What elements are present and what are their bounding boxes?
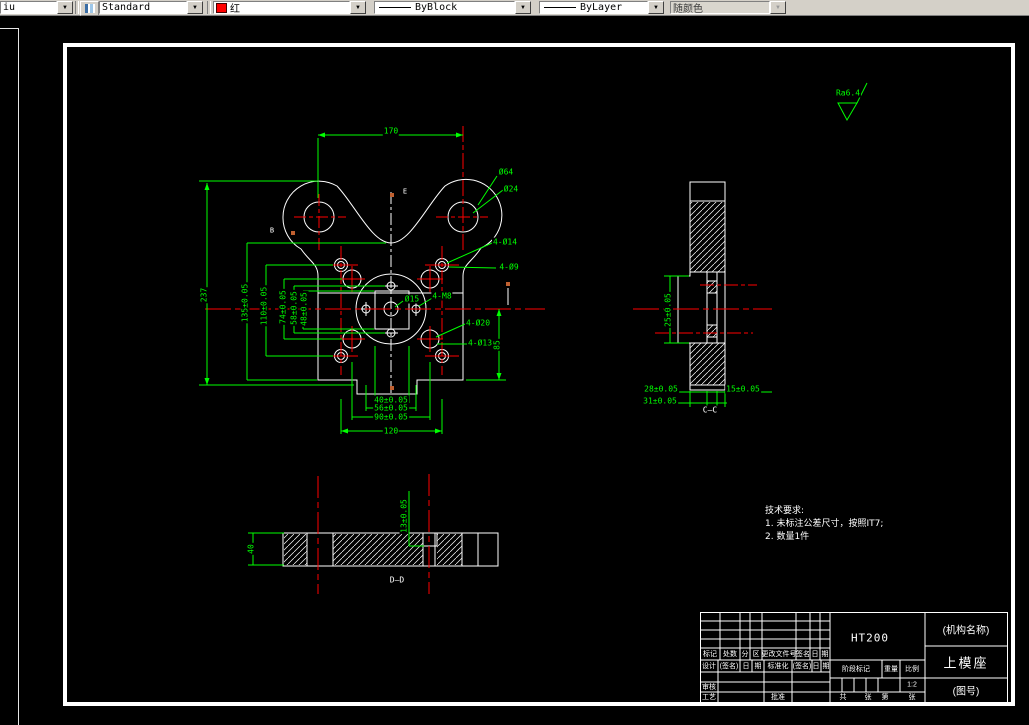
part-name: 上模座 (943, 655, 989, 671)
dim-58: 58±0.05 (289, 290, 299, 326)
dim-48: 48±0.05 (299, 291, 309, 327)
leader-4d13: 4-Ø13 (466, 338, 494, 348)
tb-label-review: 审核 (702, 684, 716, 691)
dim-d64: Ø64 (497, 167, 515, 177)
tb-label-standardization: 标准化 (767, 663, 789, 670)
tb-sheet-di: 第 (881, 694, 889, 701)
tb-sheet-zhang2: 张 (908, 694, 916, 701)
datum-mark-b: B (268, 226, 276, 236)
dim-56-bottom: 56±0.05 (373, 403, 409, 413)
dim-135: 135±0.05 (240, 282, 250, 324)
title-block: HT200 (机构名称) 上模座 (图号) 标记 处数 分 区 更改文件号 签名… (700, 612, 1008, 703)
leader-4m8: 4-M8 (431, 291, 453, 301)
dim-height-237: 237 (199, 286, 209, 304)
cc-dim-31: 31±0.05 (642, 396, 678, 406)
tb-sheet-gong: 共 (839, 694, 847, 701)
tb-scale-value: 1:2 (907, 681, 917, 689)
dim-110: 110±0.05 (259, 285, 269, 327)
tb-label-day3: 日 (812, 663, 820, 670)
dd-dim-40: 40 (246, 543, 256, 555)
cc-dim-28: 28±0.05 (643, 384, 679, 394)
tech-req-item-1: 1. 未标注公差尺寸，按照IT7; (765, 519, 884, 529)
dim-74: 74±0.05 (278, 289, 288, 325)
tb-label-sign2: (签名) (719, 663, 739, 670)
tb-sheet-zhang1: 张 (864, 694, 872, 701)
leader-4d14: 4-Ø14 (491, 237, 519, 247)
dim-d24: Ø24 (502, 184, 520, 194)
material-spec: HT200 (850, 631, 890, 645)
section-mark-e: E (401, 187, 409, 197)
tb-label-sign3: (签名) (792, 663, 812, 670)
tb-label-qu: 区 (752, 651, 760, 658)
tb-label-design: 设计 (702, 663, 716, 670)
technical-requirements: 技术要求: 1. 未标注公差尺寸，按照IT7; 2. 数量1件 (765, 505, 883, 544)
leader-d15: Ø15 (403, 294, 421, 304)
tb-label-change-doc: 更改文件号 (761, 651, 797, 658)
tb-label-stage: 阶段标记 (842, 666, 870, 673)
tb-label-scale: 比例 (905, 666, 919, 673)
tb-label-mark: 标记 (703, 651, 717, 658)
tb-label-fen: 分 (741, 651, 749, 658)
dd-dim-13: 13±0.05 (399, 498, 409, 534)
tb-label-signature: 签名 (796, 651, 810, 658)
dim-90-bottom: 90±0.05 (373, 412, 409, 422)
tb-label-date2: 期 (754, 663, 762, 670)
tb-label-weight: 重量 (884, 666, 898, 673)
tb-label-date3: 期 (822, 663, 830, 670)
cc-dim-25: 25±0.05 (663, 292, 673, 328)
roughness-value: Ra6.4 (834, 88, 862, 98)
tb-label-process: 工艺 (702, 694, 716, 701)
leader-4d20: 4-Ø20 (464, 318, 492, 328)
cc-dim-15: 15±0.05 (725, 384, 761, 394)
leader-4d9: 4-Ø9 (498, 262, 520, 272)
dim-width-170: 170 (382, 126, 400, 136)
dim-120-bottom: 120 (382, 426, 400, 436)
section-dd-label: D—D (388, 575, 406, 585)
org-name: (机构名称) (942, 625, 990, 637)
drawing-number: (图号) (952, 686, 980, 698)
tech-req-item-2: 2. 数量1件 (765, 532, 810, 542)
tb-label-count: 处数 (723, 651, 737, 658)
tech-req-title: 技术要求: (765, 506, 805, 516)
cad-application-window: iu Standard 红 ByBlock ByLayer 随颜色 (0, 0, 1029, 725)
tb-label-date: 期 (821, 651, 829, 658)
tb-label-day2: 日 (742, 663, 750, 670)
tb-label-day: 日 (811, 651, 819, 658)
dim-85-right: 85 (492, 339, 502, 351)
tb-label-approve: 批准 (771, 694, 785, 701)
section-cc-label: C—C (701, 405, 719, 415)
